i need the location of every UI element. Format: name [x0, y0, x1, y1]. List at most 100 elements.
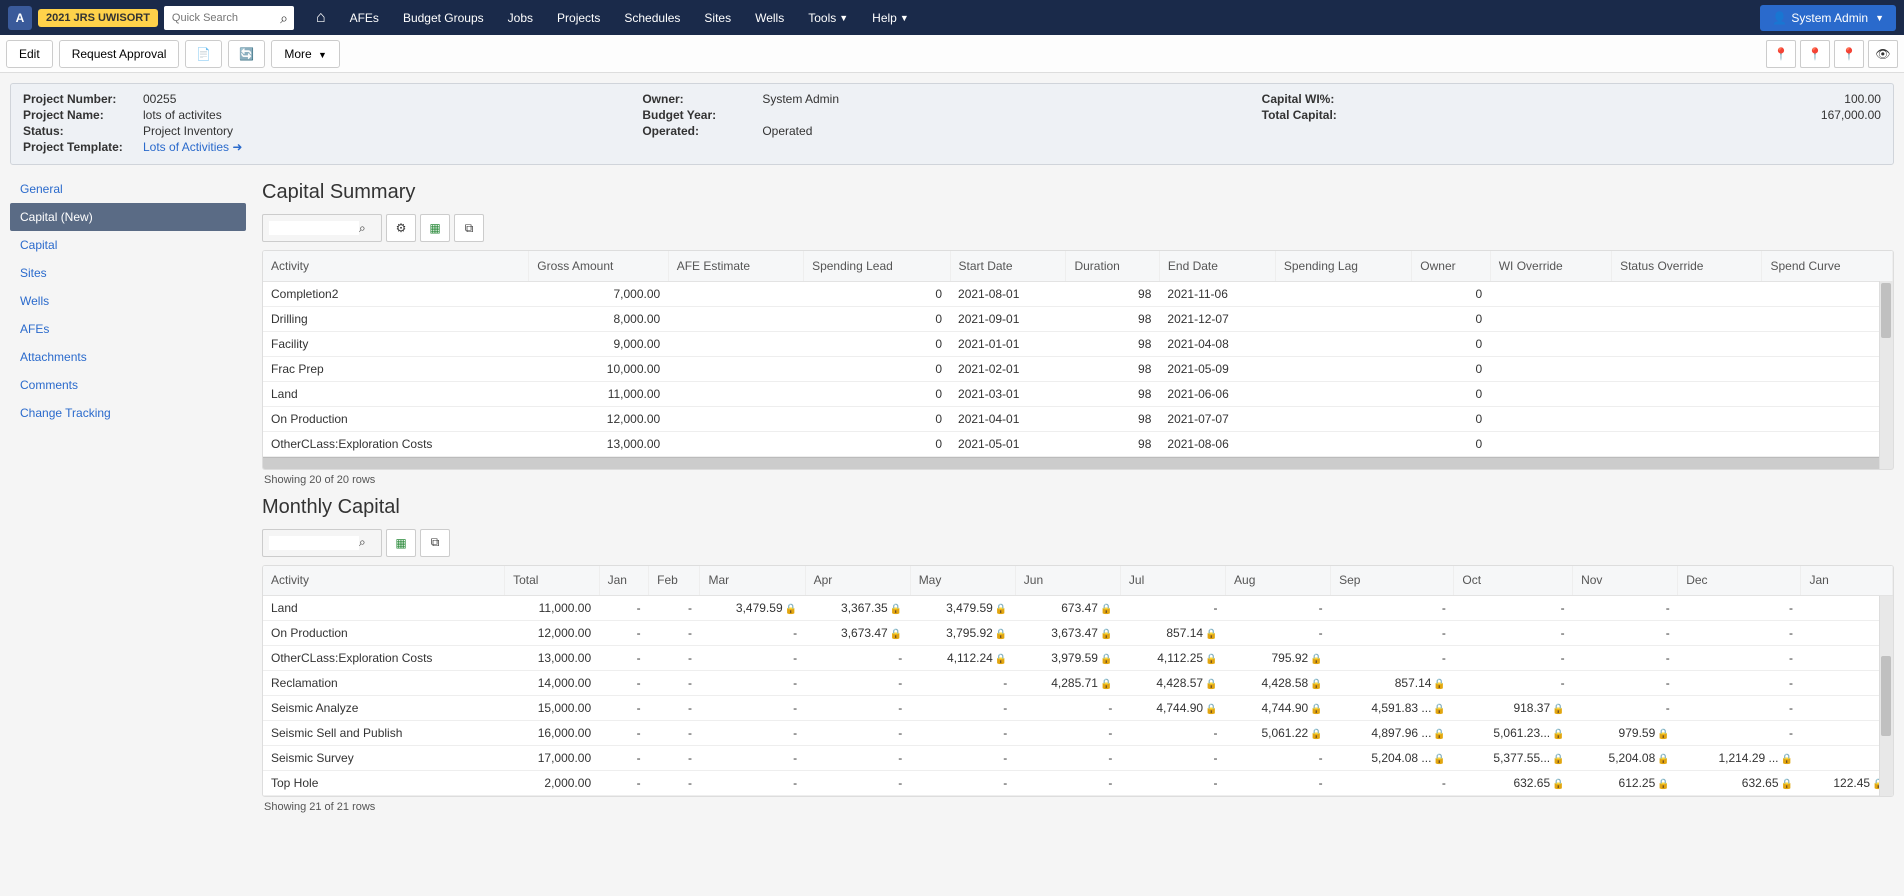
table-row[interactable]: Seismic Survey17,000.00--------5,204.08 …: [263, 746, 1893, 771]
col-status-override[interactable]: Status Override: [1612, 251, 1762, 281]
search-icon[interactable]: ⌕: [280, 10, 288, 27]
project-number-label: Project Number:: [23, 92, 143, 106]
col-total[interactable]: Total: [505, 566, 600, 596]
export-excel-button[interactable]: ▦: [420, 214, 450, 242]
table-row[interactable]: Drilling8,000.0002021-09-01982021-12-070: [263, 306, 1893, 331]
col-oct[interactable]: Oct: [1454, 566, 1573, 596]
table-row[interactable]: On Production12,000.00---3,673.47🔒3,795.…: [263, 621, 1893, 646]
nav-wells[interactable]: Wells: [743, 0, 796, 35]
nav-jobs[interactable]: Jobs: [496, 0, 545, 35]
horizontal-scrollbar[interactable]: [263, 457, 1893, 469]
export-excel-button[interactable]: ▦: [386, 529, 416, 557]
request-approval-button[interactable]: Request Approval: [59, 40, 180, 68]
sidenav-capital-new-[interactable]: Capital (New): [10, 203, 246, 231]
eye-icon[interactable]: 👁: [1868, 40, 1898, 68]
copy-button[interactable]: ⧉: [420, 529, 450, 557]
nav-tools[interactable]: Tools▼: [796, 0, 860, 35]
col-nov[interactable]: Nov: [1573, 566, 1678, 596]
arrow-right-icon[interactable]: ➜: [232, 140, 242, 154]
map-pin-orange-icon[interactable]: 📍: [1834, 40, 1864, 68]
nav-projects[interactable]: Projects: [545, 0, 612, 35]
map-pin-dark-icon[interactable]: 📍: [1800, 40, 1830, 68]
table-row[interactable]: Completion27,000.0002021-08-01982021-11-…: [263, 281, 1893, 306]
operated-label: Operated:: [642, 124, 762, 138]
sidenav-attachments[interactable]: Attachments: [10, 343, 246, 371]
search-icon[interactable]: ⌕: [359, 535, 366, 550]
table-row[interactable]: Seismic Analyze15,000.00------4,744.90🔒4…: [263, 696, 1893, 721]
vertical-scrollbar[interactable]: [1879, 596, 1893, 797]
sidenav-general[interactable]: General: [10, 175, 246, 203]
project-template-value: Lots of Activities ➜: [143, 140, 242, 154]
table-row[interactable]: Top Hole2,000.00---------632.65🔒612.25🔒6…: [263, 771, 1893, 796]
sidenav-afes[interactable]: AFEs: [10, 315, 246, 343]
monthly-search-input[interactable]: [269, 536, 359, 550]
col-aug[interactable]: Aug: [1226, 566, 1331, 596]
table-row[interactable]: OtherCLass:Exploration Costs13,000.00020…: [263, 431, 1893, 456]
col-afe-estimate[interactable]: AFE Estimate: [668, 251, 803, 281]
lock-icon: 🔒: [1552, 704, 1564, 715]
col-duration[interactable]: Duration: [1066, 251, 1159, 281]
lock-icon: 🔒: [1781, 754, 1793, 765]
sidenav-change-tracking[interactable]: Change Tracking: [10, 399, 246, 427]
col-jun[interactable]: Jun: [1015, 566, 1120, 596]
table-row[interactable]: Frac Prep10,000.0002021-02-01982021-05-0…: [263, 356, 1893, 381]
col-gross-amount[interactable]: Gross Amount: [529, 251, 668, 281]
settings-button[interactable]: ⚙: [386, 214, 416, 242]
col-apr[interactable]: Apr: [805, 566, 910, 596]
sidenav-capital[interactable]: Capital: [10, 231, 246, 259]
sidenav-comments[interactable]: Comments: [10, 371, 246, 399]
user-menu[interactable]: 👤 System Admin ▼: [1760, 5, 1896, 31]
copy-button[interactable]: ⧉: [454, 214, 484, 242]
nav-afes[interactable]: AFEs: [338, 0, 391, 35]
app-logo-icon[interactable]: A: [8, 6, 32, 30]
more-menu[interactable]: More ▼: [271, 40, 340, 68]
col-end-date[interactable]: End Date: [1159, 251, 1275, 281]
vertical-scrollbar[interactable]: [1879, 281, 1893, 469]
nav-help[interactable]: Help▼: [860, 0, 921, 35]
chevron-down-icon: ▼: [839, 13, 848, 23]
refresh-button[interactable]: 🔄: [228, 40, 265, 68]
col-dec[interactable]: Dec: [1678, 566, 1801, 596]
sidenav-wells[interactable]: Wells: [10, 287, 246, 315]
capital-search-input[interactable]: [269, 221, 359, 235]
side-nav: GeneralCapital (New)CapitalSitesWellsAFE…: [10, 175, 246, 817]
map-pin-red-icon[interactable]: 📍: [1766, 40, 1796, 68]
col-sep[interactable]: Sep: [1331, 566, 1454, 596]
col-feb[interactable]: Feb: [649, 566, 700, 596]
nav-schedules[interactable]: Schedules: [612, 0, 692, 35]
user-label: System Admin: [1791, 11, 1868, 25]
col-spending-lead[interactable]: Spending Lead: [804, 251, 950, 281]
col-mar[interactable]: Mar: [700, 566, 805, 596]
table-row[interactable]: Seismic Sell and Publish16,000.00-------…: [263, 721, 1893, 746]
edit-button[interactable]: Edit: [6, 40, 53, 68]
home-button[interactable]: ⌂: [304, 0, 338, 35]
col-jan[interactable]: Jan: [599, 566, 649, 596]
sidenav-sites[interactable]: Sites: [10, 259, 246, 287]
status-value: Project Inventory: [143, 124, 233, 138]
table-row[interactable]: Land11,000.00--3,479.59🔒3,367.35🔒3,479.5…: [263, 596, 1893, 621]
table-row[interactable]: On Production12,000.0002021-04-01982021-…: [263, 406, 1893, 431]
nav-budget-groups[interactable]: Budget Groups: [391, 0, 496, 35]
table-row[interactable]: Facility9,000.0002021-01-01982021-04-080: [263, 331, 1893, 356]
table-row[interactable]: Reclamation14,000.00-----4,285.71🔒4,428.…: [263, 671, 1893, 696]
col-owner[interactable]: Owner: [1412, 251, 1490, 281]
quick-search: ⌕: [164, 6, 294, 30]
nav-sites[interactable]: Sites: [692, 0, 743, 35]
col-activity[interactable]: Activity: [263, 566, 505, 596]
col-wi-override[interactable]: WI Override: [1490, 251, 1611, 281]
col-jul[interactable]: Jul: [1120, 566, 1225, 596]
table-row[interactable]: Land11,000.0002021-03-01982021-06-060: [263, 381, 1893, 406]
col-may[interactable]: May: [910, 566, 1015, 596]
col-jan[interactable]: Jan: [1801, 566, 1893, 596]
copy-icon: ⧉: [431, 535, 440, 550]
export-button[interactable]: 📄: [185, 40, 222, 68]
col-spend-curve[interactable]: Spend Curve: [1762, 251, 1893, 281]
context-badge[interactable]: 2021 JRS UWISORT: [38, 9, 158, 27]
lock-icon: 🔒: [890, 604, 902, 615]
table-row[interactable]: OtherCLass:Exploration Costs13,000.00---…: [263, 646, 1893, 671]
search-input[interactable]: [164, 6, 294, 30]
col-spending-lag[interactable]: Spending Lag: [1275, 251, 1411, 281]
search-icon[interactable]: ⌕: [359, 221, 366, 236]
col-start-date[interactable]: Start Date: [950, 251, 1066, 281]
col-activity[interactable]: Activity: [263, 251, 529, 281]
